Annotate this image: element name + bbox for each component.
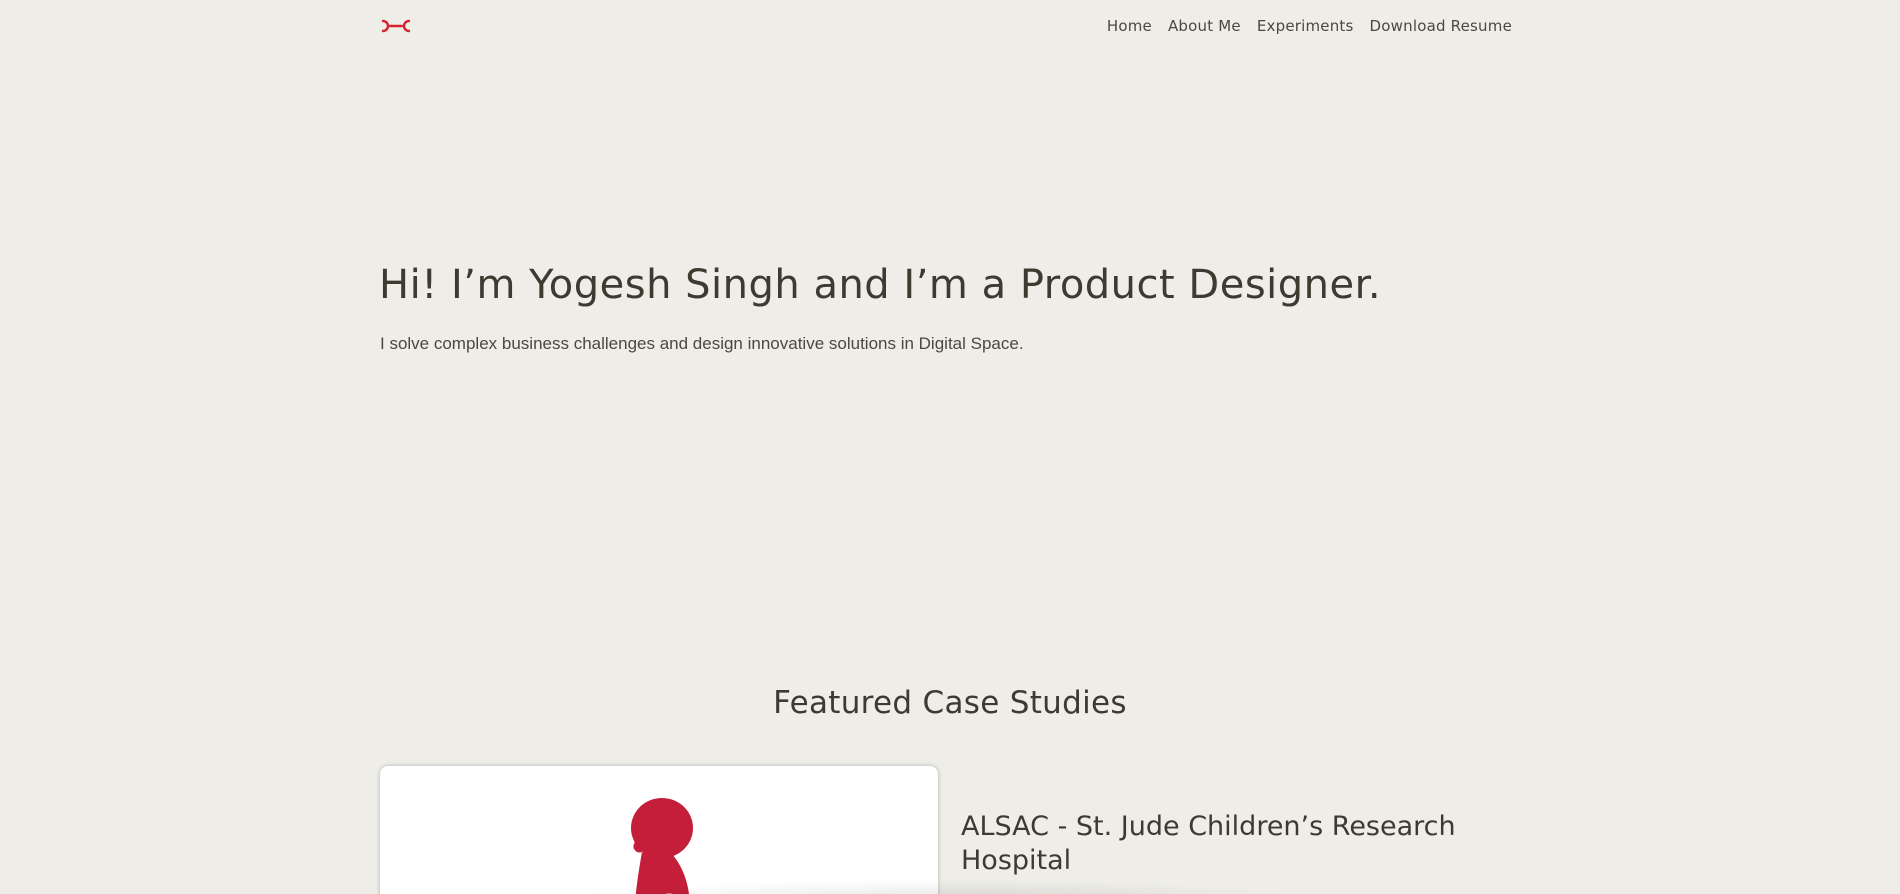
site-header: Home About Me Experiments Download Resum… [380,10,1512,42]
nav-experiments[interactable]: Experiments [1257,17,1354,35]
hero-subtitle: I solve complex business challenges and … [380,334,1024,353]
nav-about-me[interactable]: About Me [1168,17,1241,35]
portfolio-page: Home About Me Experiments Download Resum… [0,0,1900,894]
yc-logo-icon [381,19,411,33]
nav-download-resume[interactable]: Download Resume [1370,17,1512,35]
case-study-title[interactable]: ALSAC - St. Jude Children’s Research Hos… [961,810,1501,878]
featured-section-heading: Featured Case Studies [773,685,1127,721]
main-nav: Home About Me Experiments Download Resum… [1107,17,1512,35]
nav-home[interactable]: Home [1107,17,1152,35]
hero-title: Hi! I’m Yogesh Singh and I’m a Product D… [379,262,1382,308]
st-jude-child-silhouette-icon [631,798,693,894]
logo-link[interactable] [380,18,412,34]
case-study-card-image[interactable] [380,766,938,894]
